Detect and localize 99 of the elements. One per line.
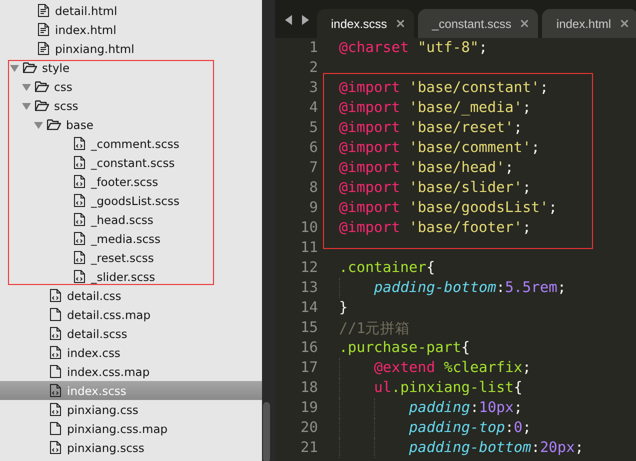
text-file-icon: [38, 23, 49, 36]
file-name[interactable]: detail.css: [67, 288, 122, 302]
file-name[interactable]: _constant.scss: [91, 156, 175, 170]
code-file-icon: [50, 441, 61, 454]
line-number: 4: [308, 100, 318, 116]
line-number: 2: [308, 60, 318, 76]
line-number: 15: [300, 320, 318, 336]
code-line: @import 'base/constant';: [339, 80, 549, 96]
file-name[interactable]: _footer.scss: [91, 174, 158, 188]
file-name[interactable]: index.html: [55, 22, 116, 36]
file-icon: [50, 308, 61, 321]
line-number: 14: [300, 300, 318, 316]
file-name[interactable]: pinxiang.css: [67, 402, 138, 416]
file-name[interactable]: index.css.map: [67, 364, 150, 378]
code-line: @import 'base/_media';: [339, 100, 532, 116]
line-number: 5: [308, 120, 318, 136]
code-file-icon: [50, 403, 61, 416]
editor-tab[interactable]: _constant.scss: [418, 9, 538, 38]
folder-icon: [23, 62, 37, 73]
code-file-icon: [74, 156, 85, 169]
file-name[interactable]: detail.scss: [67, 326, 128, 340]
file-name[interactable]: _reset.scss: [91, 250, 154, 264]
scrollbar-thumb[interactable]: [263, 402, 270, 461]
code-line: @import 'base/head';: [339, 160, 514, 176]
file-name[interactable]: _goodsList.scss: [91, 194, 180, 208]
code-file-icon: [50, 289, 61, 302]
line-number: 1: [308, 40, 318, 56]
code-line: @charset "utf-8";: [339, 40, 488, 56]
code-file-icon: [74, 175, 85, 188]
text-file-icon: [38, 4, 49, 17]
code-line: padding-bottom:20px;: [409, 440, 584, 456]
line-number: 18: [300, 380, 318, 396]
line-number: 21: [300, 440, 318, 456]
expanded-arrow-icon[interactable]: [22, 102, 31, 110]
folder-name[interactable]: scss: [54, 98, 78, 112]
line-number: 20: [300, 420, 318, 436]
file-icon: [50, 365, 61, 378]
line-number: 8: [308, 180, 318, 196]
code-file-icon: [74, 251, 85, 264]
editor-tab[interactable]: index.scss: [317, 9, 414, 38]
close-icon[interactable]: [397, 20, 404, 27]
text-file-icon: [38, 42, 49, 55]
code-line: padding:10px;: [409, 400, 522, 416]
code-line: }: [339, 300, 348, 316]
code-file-icon: [74, 137, 85, 150]
line-number: 3: [308, 80, 318, 96]
code-line: .container{: [339, 260, 436, 276]
code-file-icon: [50, 327, 61, 340]
line-number: 6: [308, 140, 318, 156]
line-number: 7: [308, 160, 318, 176]
folder-name[interactable]: style: [42, 60, 70, 74]
code-line: //1元拼箱: [339, 320, 410, 338]
code-file-icon: [74, 232, 85, 245]
code-line: @import 'base/reset';: [339, 120, 522, 136]
line-number: 10: [300, 220, 318, 236]
file-name[interactable]: pinxiang.scss: [67, 440, 144, 454]
code-line: @extend %clearfix;: [374, 360, 532, 376]
file-name[interactable]: _comment.scss: [91, 136, 180, 150]
code-line: @import 'base/slider';: [339, 180, 532, 196]
file-name[interactable]: detail.css.map: [67, 308, 150, 322]
code-file-icon: [50, 346, 61, 359]
code-file-icon: [50, 384, 61, 397]
file-name[interactable]: pinxiang.html: [55, 42, 134, 56]
line-number: 16: [300, 340, 318, 356]
close-icon[interactable]: [521, 20, 528, 27]
line-number: 17: [300, 360, 318, 376]
file-name[interactable]: _media.scss: [91, 232, 161, 246]
line-number: 19: [300, 400, 318, 416]
folder-name[interactable]: base: [66, 118, 94, 132]
code-line: @import 'base/goodsList';: [339, 200, 558, 216]
code-line: ul.pinxiang-list{: [374, 380, 522, 396]
tab-navigation-arrows-icon[interactable]: [285, 15, 309, 25]
folder-icon: [35, 100, 49, 111]
expanded-arrow-icon[interactable]: [10, 64, 19, 72]
folder-icon: [35, 81, 49, 92]
editor-tab[interactable]: index.html: [542, 9, 636, 38]
file-name[interactable]: _slider.scss: [91, 270, 156, 284]
line-number: 13: [300, 280, 318, 296]
code-line: padding-bottom:5.5rem;: [374, 280, 566, 296]
folder-name[interactable]: css: [54, 80, 72, 94]
file-name[interactable]: detail.html: [55, 4, 118, 18]
file-name[interactable]: pinxiang.css.map: [67, 422, 168, 436]
line-number: 12: [300, 260, 318, 276]
code-file-icon: [74, 213, 85, 226]
file-name[interactable]: _head.scss: [91, 212, 154, 226]
expanded-arrow-icon[interactable]: [22, 82, 31, 90]
code-line: padding-top:0;: [409, 420, 532, 436]
file-name[interactable]: index.css: [67, 346, 120, 360]
code-file-icon: [74, 194, 85, 207]
line-number: 11: [300, 240, 318, 256]
file-icon: [50, 422, 61, 435]
expanded-arrow-icon[interactable]: [34, 120, 43, 128]
line-number: 9: [308, 200, 318, 216]
folder-icon: [47, 119, 61, 130]
code-line: .purchase-part{: [339, 340, 470, 356]
close-icon[interactable]: [621, 20, 628, 27]
code-line: @import 'base/comment';: [339, 140, 540, 156]
code-line: @import 'base/footer';: [339, 220, 532, 236]
code-file-icon: [74, 270, 85, 283]
